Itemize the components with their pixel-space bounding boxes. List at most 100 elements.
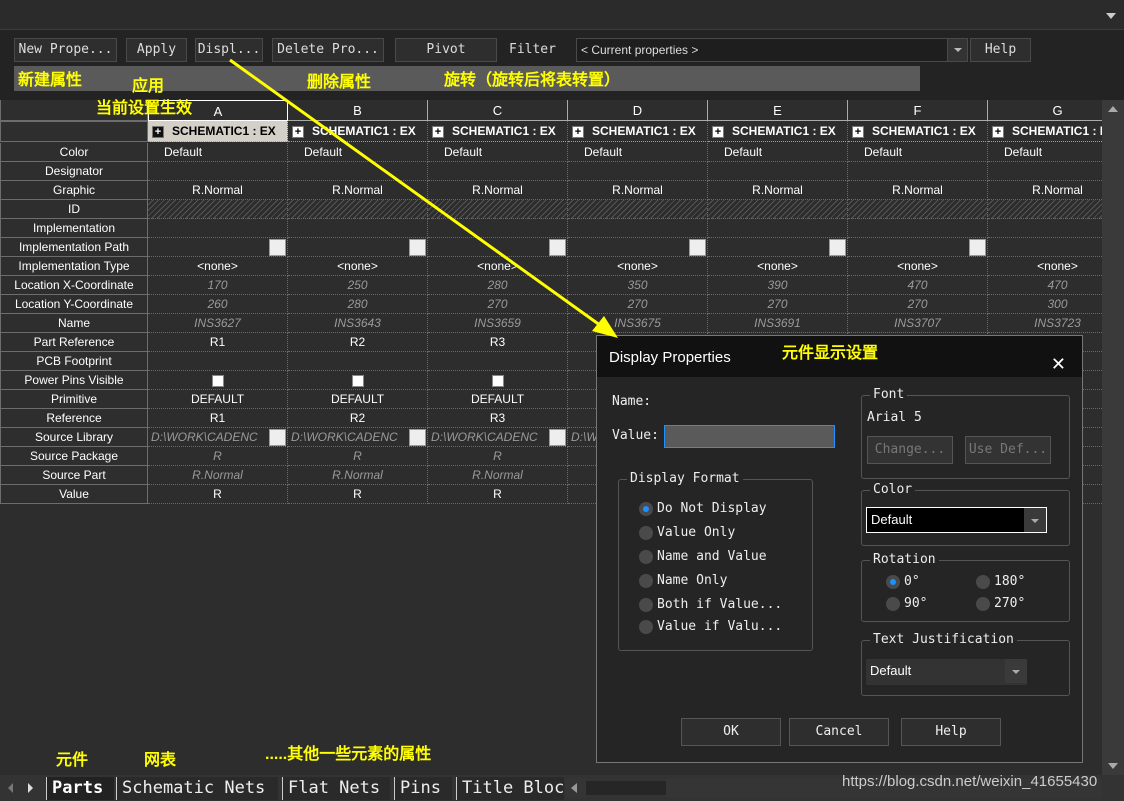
grid-cell[interactable] xyxy=(848,200,988,219)
row-header[interactable]: Value xyxy=(0,485,148,504)
grid-cell[interactable] xyxy=(288,162,428,181)
grid-cell[interactable]: R.Normal xyxy=(428,181,568,200)
grid-cell[interactable] xyxy=(568,200,708,219)
scroll-down-icon[interactable] xyxy=(1108,763,1118,769)
menu-dropdown-icon[interactable] xyxy=(1106,13,1116,19)
checkbox[interactable] xyxy=(491,374,504,387)
radio-rotation-0[interactable]: 0° xyxy=(886,575,920,589)
grid-cell[interactable] xyxy=(708,238,848,257)
grid-cell[interactable]: R xyxy=(288,447,428,466)
grid-cell[interactable]: INS3707 xyxy=(848,314,988,333)
grid-cell[interactable]: 270 xyxy=(428,295,568,314)
ellipsis-button[interactable] xyxy=(689,239,706,256)
grid-cell[interactable]: <none> xyxy=(428,257,568,276)
grid-cell[interactable] xyxy=(148,200,288,219)
part-header[interactable]: + SCHEMATIC1 : EX xyxy=(148,121,288,142)
grid-cell[interactable]: Default xyxy=(568,143,708,162)
grid-cell[interactable]: 250 xyxy=(288,276,428,295)
part-header[interactable]: + SCHEMATIC1 : EX xyxy=(288,121,428,142)
tab-flat-nets[interactable]: Flat Nets xyxy=(282,777,390,800)
grid-cell[interactable] xyxy=(848,238,988,257)
grid-cell[interactable] xyxy=(988,162,1102,181)
ok-button[interactable]: OK xyxy=(681,718,781,746)
grid-cell[interactable] xyxy=(428,162,568,181)
row-header[interactable]: Color xyxy=(0,143,148,162)
grid-cell[interactable]: INS3723 xyxy=(988,314,1102,333)
grid-cell[interactable]: INS3643 xyxy=(288,314,428,333)
grid-cell[interactable]: DEFAULT xyxy=(428,390,568,409)
grid-cell[interactable]: R.Normal xyxy=(988,181,1102,200)
expand-icon[interactable]: + xyxy=(572,126,584,138)
ellipsis-button[interactable] xyxy=(969,239,986,256)
row-header[interactable]: Reference xyxy=(0,409,148,428)
dialog-help-button[interactable]: Help xyxy=(901,718,1001,746)
expand-icon[interactable]: + xyxy=(152,126,164,138)
row-header[interactable]: Graphic xyxy=(0,181,148,200)
grid-cell[interactable]: R xyxy=(148,447,288,466)
grid-cell[interactable]: R xyxy=(148,485,288,504)
radio-do-not-display[interactable]: Do Not Display xyxy=(639,502,767,516)
grid-cell[interactable] xyxy=(568,162,708,181)
grid-cell[interactable] xyxy=(288,352,428,371)
grid-cell[interactable]: R.Normal xyxy=(708,181,848,200)
grid-cell[interactable] xyxy=(148,162,288,181)
ellipsis-button[interactable] xyxy=(829,239,846,256)
grid-cell[interactable] xyxy=(708,162,848,181)
new-property-button[interactable]: New Prope... xyxy=(14,38,117,62)
grid-cell[interactable]: 260 xyxy=(148,295,288,314)
column-header-f[interactable]: F xyxy=(848,100,988,121)
grid-cell[interactable] xyxy=(428,352,568,371)
column-header-e[interactable]: E xyxy=(708,100,848,121)
grid-cell[interactable]: INS3691 xyxy=(708,314,848,333)
row-header[interactable]: Designator xyxy=(0,162,148,181)
ellipsis-button[interactable] xyxy=(549,239,566,256)
radio-rotation-270[interactable]: 270° xyxy=(976,597,1025,611)
row-header[interactable]: ID xyxy=(0,200,148,219)
pivot-button[interactable]: Pivot xyxy=(395,38,497,62)
grid-cell[interactable]: DEFAULT xyxy=(288,390,428,409)
grid-cell[interactable]: <none> xyxy=(708,257,848,276)
grid-cell[interactable] xyxy=(988,200,1102,219)
grid-cell[interactable]: INS3659 xyxy=(428,314,568,333)
grid-cell[interactable] xyxy=(708,200,848,219)
grid-cell[interactable] xyxy=(288,219,428,238)
grid-cell[interactable]: Default xyxy=(288,143,428,162)
ellipsis-button[interactable] xyxy=(409,429,426,446)
ellipsis-button[interactable] xyxy=(269,429,286,446)
grid-cell[interactable]: R.Normal xyxy=(848,181,988,200)
display-button[interactable]: Displ... xyxy=(195,38,263,62)
grid-cell[interactable]: Default xyxy=(988,143,1102,162)
grid-cell[interactable] xyxy=(708,219,848,238)
row-header[interactable]: PCB Footprint xyxy=(0,352,148,371)
part-header[interactable]: + SCHEMATIC1 : EX xyxy=(988,121,1102,142)
grid-cell[interactable]: R.Normal xyxy=(568,181,708,200)
row-header[interactable]: Implementation xyxy=(0,219,148,238)
grid-cell[interactable]: R.Normal xyxy=(148,181,288,200)
vertical-scrollbar[interactable] xyxy=(1102,100,1124,775)
grid-cell[interactable]: DEFAULT xyxy=(148,390,288,409)
ellipsis-button[interactable] xyxy=(269,239,286,256)
expand-icon[interactable]: + xyxy=(712,126,724,138)
row-header[interactable]: Source Part xyxy=(0,466,148,485)
radio-value-only[interactable]: Value Only xyxy=(639,526,735,540)
chevron-down-icon[interactable] xyxy=(1005,659,1027,683)
grid-cell[interactable] xyxy=(848,219,988,238)
help-button[interactable]: Help xyxy=(970,38,1031,62)
row-header[interactable]: Location Y-Coordinate xyxy=(0,295,148,314)
ellipsis-button[interactable] xyxy=(549,429,566,446)
grid-cell[interactable]: R xyxy=(288,485,428,504)
grid-cell[interactable]: R.Normal xyxy=(288,181,428,200)
checkbox[interactable] xyxy=(211,374,224,387)
grid-cell[interactable]: R3 xyxy=(428,409,568,428)
grid-cell[interactable]: INS3627 xyxy=(148,314,288,333)
color-select[interactable]: Default xyxy=(866,507,1047,533)
grid-cell[interactable] xyxy=(288,200,428,219)
grid-cell[interactable]: 270 xyxy=(848,295,988,314)
row-header[interactable]: Implementation Type xyxy=(0,257,148,276)
grid-cell[interactable] xyxy=(428,200,568,219)
expand-icon[interactable]: + xyxy=(432,126,444,138)
grid-cell[interactable]: 300 xyxy=(988,295,1102,314)
row-header[interactable]: Part Reference xyxy=(0,333,148,352)
grid-cell[interactable]: R2 xyxy=(288,409,428,428)
grid-cell[interactable] xyxy=(288,238,428,257)
